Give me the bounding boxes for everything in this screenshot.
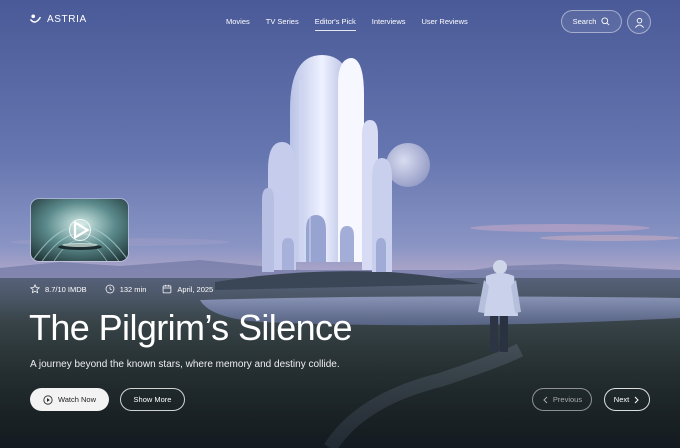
next-button[interactable]: Next <box>604 388 650 411</box>
show-more-button[interactable]: Show More <box>120 388 185 411</box>
chevron-right-icon <box>634 396 639 403</box>
previous-label: Previous <box>552 395 583 404</box>
nav-item-editors-pick[interactable]: Editor's Pick <box>314 17 356 31</box>
watch-now-label: Watch Now <box>57 395 97 404</box>
previous-button[interactable]: Previous <box>532 388 592 411</box>
rating-info: 8.7/10 IMDB <box>30 284 87 294</box>
nav-item-user-reviews[interactable]: User Reviews <box>422 17 468 31</box>
release-text: April, 2025 <box>177 284 214 294</box>
movie-title: The Pilgrim’s Silence <box>29 307 352 348</box>
duration-text: 132 min <box>119 284 147 294</box>
nav-item-tv-series[interactable]: TV Series <box>266 17 299 31</box>
release-info: April, 2025 <box>162 284 213 294</box>
logo-icon <box>30 14 41 23</box>
search-label: Search <box>572 17 597 26</box>
brand-name: ASTRIA <box>47 14 87 25</box>
calendar-icon <box>163 284 172 294</box>
star-icon <box>30 284 40 294</box>
search-button[interactable]: Search <box>561 10 622 33</box>
movie-tagline: A journey beyond the known stars, where … <box>30 359 340 370</box>
play-trailer-button[interactable] <box>69 219 91 241</box>
chevron-left-icon <box>543 396 548 403</box>
user-profile-button[interactable] <box>627 10 651 34</box>
top-navigation: ASTRIA Movies TV Series Editor's Pick In… <box>0 0 680 44</box>
play-icon <box>73 220 90 240</box>
watch-now-button[interactable]: Watch Now <box>30 388 109 411</box>
nav-item-interviews[interactable]: Interviews <box>372 17 406 31</box>
play-circle-icon <box>43 394 53 405</box>
search-icon <box>601 17 610 26</box>
show-more-label: Show More <box>133 395 172 404</box>
rating-text: 8.7/10 IMDB <box>45 284 87 294</box>
duration-info: 132 min <box>105 284 147 294</box>
user-icon <box>634 17 644 28</box>
brand-logo[interactable]: ASTRIA <box>30 14 87 25</box>
main-menu: Movies TV Series Editor's Pick Interview… <box>226 17 468 31</box>
next-label: Next <box>613 395 630 404</box>
trailer-thumbnail[interactable] <box>30 198 129 262</box>
movie-meta: 8.7/10 IMDB 132 min April, 2025 <box>30 284 213 294</box>
clock-icon <box>105 284 115 294</box>
nav-item-movies[interactable]: Movies <box>226 17 250 31</box>
